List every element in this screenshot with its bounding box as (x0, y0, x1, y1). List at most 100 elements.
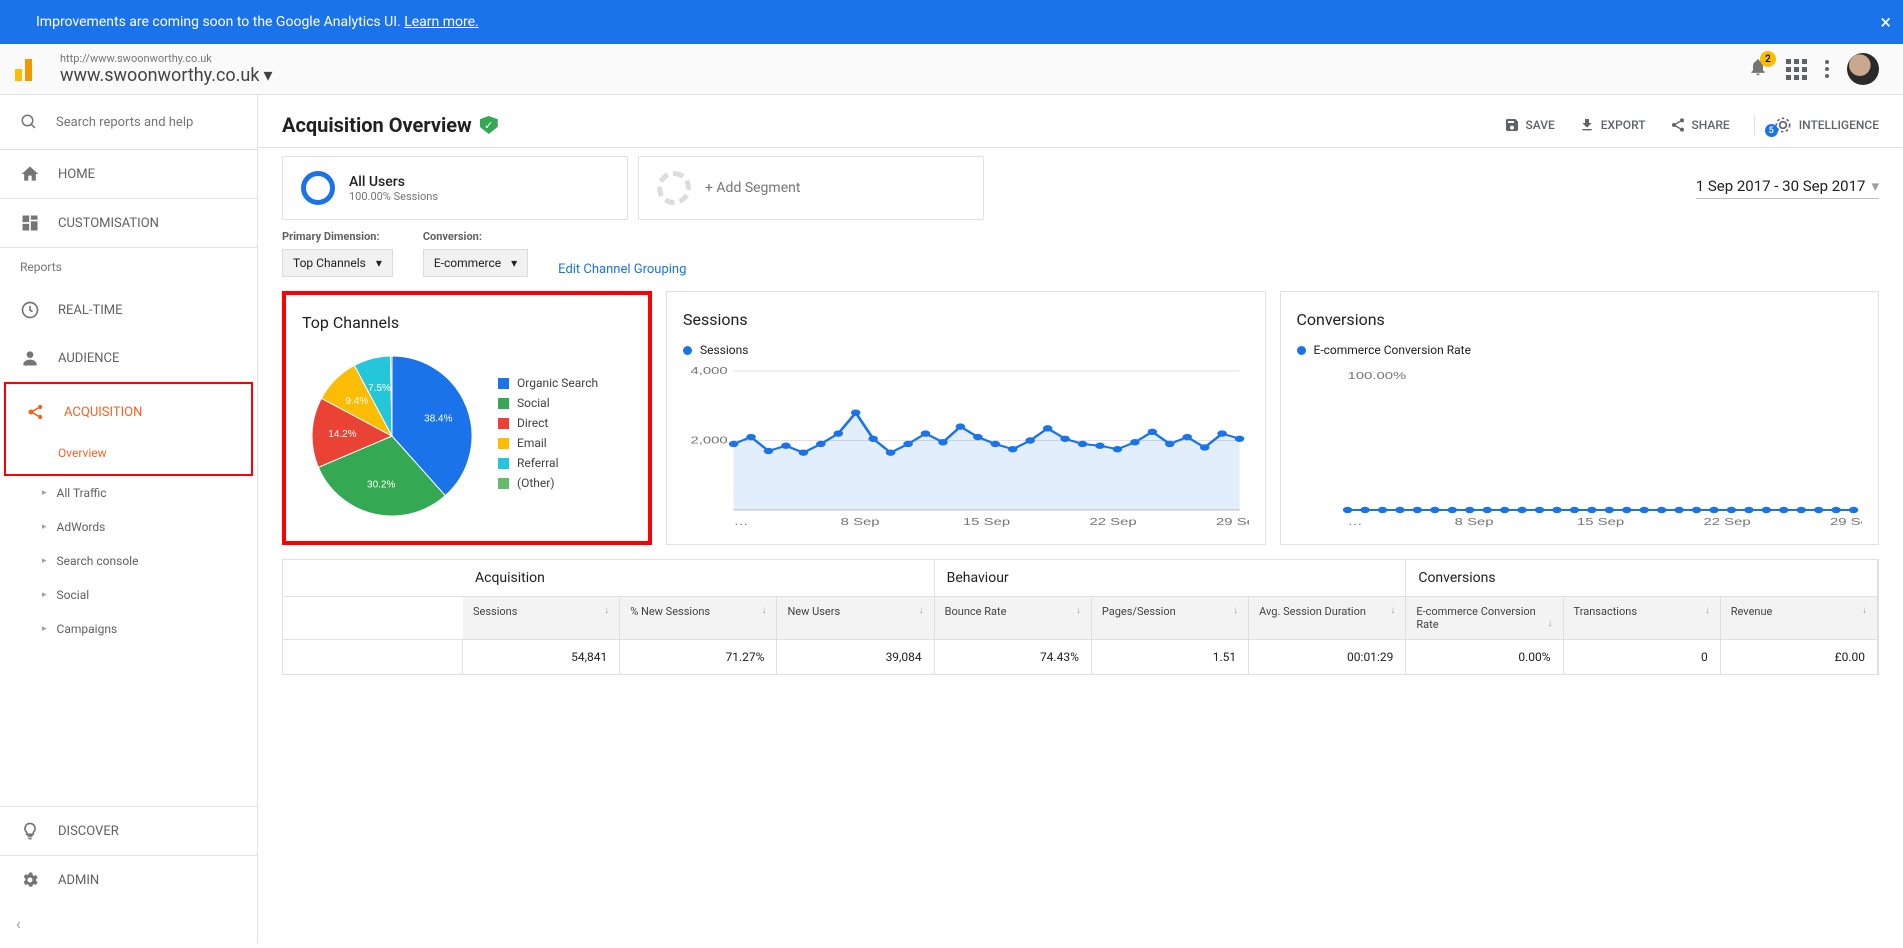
intelligence-button[interactable]: 5 INTELLIGENCE (1754, 115, 1879, 135)
nav-label: DISCOVER (58, 824, 119, 839)
conversion-select[interactable]: E-commerce▾ (423, 249, 528, 277)
table-column-header[interactable]: E-commerce Conversion Rate↓ (1406, 597, 1563, 640)
property-url: http://www.swoonworthy.co.uk (60, 52, 1748, 65)
nav-label: HOME (58, 167, 95, 182)
avatar[interactable] (1847, 53, 1879, 85)
svg-text:4,000: 4,000 (690, 365, 727, 376)
announcement-banner: Improvements are coming soon to the Goog… (0, 0, 1903, 44)
svg-text:29 Sep: 29 Sep (1830, 516, 1862, 527)
close-icon[interactable]: × (1880, 10, 1891, 34)
primary-dimension-select[interactable]: Top Channels▾ (282, 249, 393, 277)
conversions-line-chart: 100.00%…8 Sep15 Sep22 Sep29 Sep (1297, 365, 1863, 530)
table-column-header[interactable]: Revenue↓ (1721, 597, 1878, 640)
date-range-picker[interactable]: 1 Sep 2017 - 30 Sep 2017 ▾ (1696, 177, 1879, 199)
sidebar: Search reports and help HOME CUSTOMISATI… (0, 95, 258, 943)
nav-label: REAL-TIME (58, 303, 123, 318)
svg-text:30.2%: 30.2% (367, 479, 395, 490)
table-column-header[interactable]: Transactions↓ (1564, 597, 1721, 640)
svg-text:29 Sep: 29 Sep (1216, 516, 1248, 527)
table-column-header[interactable] (283, 597, 463, 640)
table-column-header[interactable]: Sessions↓ (463, 597, 620, 640)
series-label: Sessions (683, 343, 1249, 357)
table-cell: 0 (1564, 640, 1721, 674)
export-button[interactable]: EXPORT (1579, 117, 1646, 133)
table-cell: 74.43% (935, 640, 1092, 674)
sidebar-sub-search-console[interactable]: Search console (0, 544, 257, 578)
caret-down-icon: ▾ (376, 256, 382, 270)
sidebar-sub-campaigns[interactable]: Campaigns (0, 612, 257, 646)
banner-learn-more-link[interactable]: Learn more. (404, 14, 479, 30)
sidebar-sub-overview[interactable]: Overview (6, 436, 251, 470)
table-cell: 1.51 (1092, 640, 1249, 674)
table-group-header (283, 560, 463, 597)
person-icon (20, 348, 40, 368)
dashboard-icon (20, 213, 40, 233)
table-group-header: Acquisition (463, 560, 935, 597)
table-column-header[interactable]: New Users↓ (777, 597, 934, 640)
edit-channel-grouping-link[interactable]: Edit Channel Grouping (558, 262, 686, 277)
table-cell: 71.27% (620, 640, 777, 674)
primary-dimension-label: Primary Dimension: (282, 230, 393, 243)
legend-item[interactable]: Email (498, 436, 598, 450)
panel-top-channels: Top Channels 38.4%30.2%14.2%9.4%7.5% Org… (282, 291, 652, 545)
svg-text:8 Sep: 8 Sep (1454, 516, 1493, 527)
add-segment-button[interactable]: + Add Segment (638, 156, 984, 220)
export-icon (1579, 117, 1595, 133)
sidebar-item-acquisition[interactable]: ACQUISITION (6, 388, 251, 436)
table-column-header[interactable]: % New Sessions↓ (620, 597, 777, 640)
property-selector[interactable]: http://www.swoonworthy.co.uk www.swoonwo… (60, 52, 1748, 86)
segment-circle-icon (301, 171, 335, 205)
segment-all-users[interactable]: All Users 100.00% Sessions (282, 156, 628, 220)
analytics-logo-icon[interactable] (12, 55, 40, 83)
share-nodes-icon (26, 402, 46, 422)
table-column-header[interactable]: Pages/Session↓ (1092, 597, 1249, 640)
intelligence-badge: 5 (1765, 124, 1778, 137)
legend-item[interactable]: Direct (498, 416, 598, 430)
panel-conversions: Conversions E-commerce Conversion Rate 1… (1280, 291, 1880, 545)
sidebar-collapse-button[interactable]: ‹ (0, 904, 257, 943)
series-label: E-commerce Conversion Rate (1297, 343, 1863, 357)
legend-item[interactable]: Referral (498, 456, 598, 470)
legend-item[interactable]: Organic Search (498, 376, 598, 390)
notifications-button[interactable]: 2 (1748, 57, 1768, 81)
segment-subtitle: 100.00% Sessions (349, 190, 438, 203)
panel-title: Top Channels (302, 313, 632, 332)
search-input[interactable]: Search reports and help (0, 95, 257, 149)
table-cell (283, 640, 463, 674)
sidebar-item-admin[interactable]: ADMIN (0, 856, 257, 904)
table-cell: 54,841 (463, 640, 620, 674)
sidebar-sub-adwords[interactable]: AdWords (0, 510, 257, 544)
legend-item[interactable]: (Other) (498, 476, 598, 490)
table-column-header[interactable]: Avg. Session Duration↓ (1249, 597, 1406, 640)
apps-grid-icon[interactable] (1786, 59, 1807, 80)
save-button[interactable]: SAVE (1504, 117, 1555, 133)
svg-text:8 Sep: 8 Sep (841, 516, 880, 527)
table-group-header: Conversions (1406, 560, 1878, 597)
svg-text:2,000: 2,000 (690, 435, 727, 446)
save-icon (1504, 117, 1520, 133)
legend-item[interactable]: Social (498, 396, 598, 410)
panel-title: Conversions (1297, 310, 1863, 329)
sidebar-sub-all-traffic[interactable]: All Traffic (0, 476, 257, 510)
table-cell: 39,084 (777, 640, 934, 674)
svg-text:100.00%: 100.00% (1347, 370, 1406, 381)
sidebar-item-home[interactable]: HOME (0, 150, 257, 198)
svg-text:7.5%: 7.5% (368, 383, 391, 394)
svg-text:15 Sep: 15 Sep (1577, 516, 1624, 527)
more-menu-icon[interactable] (1825, 60, 1829, 78)
search-placeholder: Search reports and help (56, 115, 193, 130)
acquisition-table: AcquisitionBehaviourConversions Sessions… (282, 559, 1879, 675)
sidebar-sub-social[interactable]: Social (0, 578, 257, 612)
table-column-header[interactable]: Bounce Rate↓ (935, 597, 1092, 640)
sidebar-item-audience[interactable]: AUDIENCE (0, 334, 257, 382)
sidebar-item-realtime[interactable]: REAL-TIME (0, 286, 257, 334)
lightbulb-icon (20, 821, 40, 841)
segment-title: All Users (349, 174, 438, 190)
sidebar-item-customisation[interactable]: CUSTOMISATION (0, 199, 257, 247)
search-icon (20, 113, 38, 131)
page-title: Acquisition Overview (282, 113, 472, 137)
svg-text:38.4%: 38.4% (424, 413, 452, 424)
sidebar-item-discover[interactable]: DISCOVER (0, 807, 257, 855)
main-content: Acquisition Overview SAVE EXPORT SHARE 5… (258, 95, 1903, 943)
share-button[interactable]: SHARE (1670, 117, 1730, 133)
